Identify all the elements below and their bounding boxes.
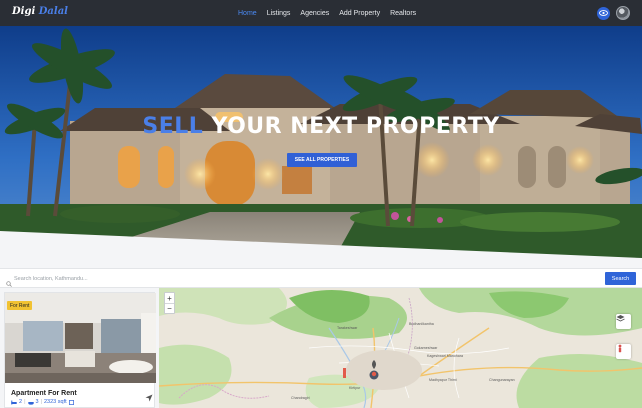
search-icon [6, 274, 12, 292]
area-icon [68, 399, 74, 405]
map-zoom-control: + − [164, 292, 175, 314]
nav-add-property[interactable]: Add Property [339, 10, 380, 17]
bath-icon [27, 401, 34, 405]
hero-title-highlight: SELL [142, 114, 204, 139]
bathrooms-count: 3 [35, 399, 39, 405]
hero-house-image [0, 26, 642, 266]
top-navbar: Digi Dalal Home Listings Agencies Add Pr… [0, 0, 642, 26]
map-label: Budhanilkantha [409, 322, 434, 326]
map-label: Chandragiri [291, 396, 310, 400]
hero-banner: SELL YOUR NEXT PROPERTY SEE ALL PROPERTI… [0, 26, 642, 266]
eye-icon[interactable] [597, 6, 610, 20]
property-title[interactable]: Apartment For Rent [11, 390, 77, 397]
property-meta: 2 | 3 | 2323 sqft [11, 399, 74, 405]
map-label: Changunarayan [489, 378, 515, 382]
property-card[interactable]: For Rent Apartment For Rent 2 | 3 | 2323… [4, 292, 156, 408]
property-image[interactable]: For Rent [5, 293, 156, 383]
logo-text-accent: Dalal [38, 6, 68, 17]
see-all-properties-button[interactable]: SEE ALL PROPERTIES [287, 153, 357, 167]
bed-icon [11, 400, 17, 404]
map-label: Kirtipur [349, 386, 361, 390]
nav-links: Home Listings Agencies Add Property Real… [238, 0, 416, 26]
map-tiles [159, 288, 642, 408]
nav-icons [597, 6, 630, 20]
bedrooms-count: 2 [19, 399, 23, 405]
map-label: Kageshwari Manohara [427, 354, 463, 358]
nav-agencies[interactable]: Agencies [300, 10, 329, 17]
map-layers-button[interactable] [616, 314, 631, 329]
map-label: Gokarneshwar [414, 346, 438, 350]
area-value: 2323 sqft [44, 399, 67, 405]
user-avatar[interactable] [616, 6, 630, 20]
for-rent-badge: For Rent [7, 301, 33, 310]
layers-icon [616, 315, 625, 322]
search-button[interactable]: Search [605, 272, 636, 285]
directions-icon[interactable] [145, 389, 153, 407]
property-map[interactable]: Tarakeshwar Budhanilkantha Gokarneshwar … [159, 288, 642, 408]
search-bar: Search [0, 268, 642, 288]
search-input[interactable] [14, 272, 594, 286]
map-pegman-button[interactable] [616, 344, 631, 359]
logo-text-primary: Digi [12, 6, 36, 17]
hero-title: SELL YOUR NEXT PROPERTY [0, 114, 642, 139]
logo[interactable]: Digi Dalal [12, 6, 68, 17]
zoom-out-button[interactable]: − [165, 303, 174, 313]
map-label: Madhyapur Thimi [429, 378, 457, 382]
map-label: Tarakeshwar [337, 326, 358, 330]
nav-listings[interactable]: Listings [267, 10, 291, 17]
zoom-in-button[interactable]: + [165, 293, 174, 303]
pegman-icon [618, 344, 622, 353]
nav-home[interactable]: Home [238, 10, 257, 17]
nav-realtors[interactable]: Realtors [390, 10, 416, 17]
hero-title-rest: YOUR NEXT PROPERTY [211, 114, 500, 139]
